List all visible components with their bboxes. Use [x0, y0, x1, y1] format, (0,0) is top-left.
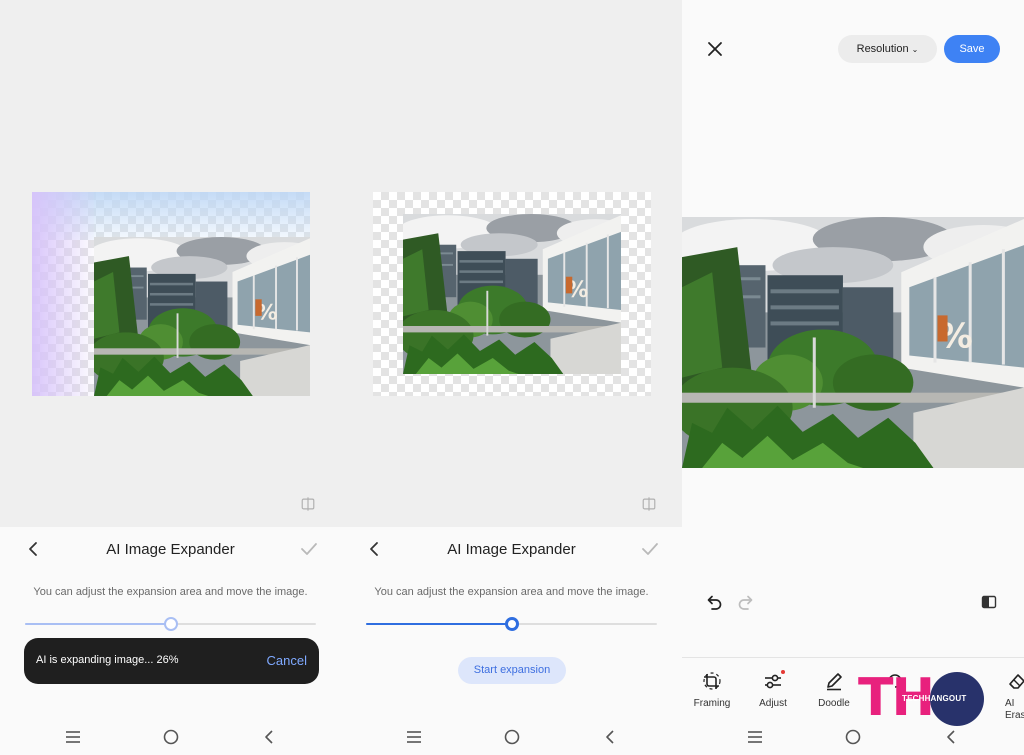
expansion-canvas[interactable]: [373, 192, 651, 396]
back-icon[interactable]: [259, 727, 279, 747]
system-navbar: [0, 727, 341, 747]
system-navbar: [682, 727, 1024, 747]
expansion-slider[interactable]: [366, 617, 657, 631]
expansion-slider[interactable]: [25, 617, 316, 631]
compare-icon[interactable]: [641, 496, 657, 512]
adjust-icon-wrap: [762, 670, 785, 692]
header-row: AI Image Expander: [0, 539, 341, 559]
confirm-check-icon[interactable]: [640, 539, 660, 559]
save-button[interactable]: Save: [944, 35, 1000, 63]
tool-framing[interactable]: Framing: [682, 670, 742, 709]
slider-fill: [366, 623, 512, 625]
hint-text: You can adjust the expansion area and mo…: [33, 586, 308, 598]
preview-area: [341, 0, 682, 527]
slider-handle[interactable]: [163, 617, 178, 631]
resolution-label: Resolution: [856, 43, 909, 55]
home-icon[interactable]: [843, 727, 863, 747]
back-icon[interactable]: [600, 727, 620, 747]
recent-apps-icon[interactable]: [63, 727, 83, 747]
compare-icon[interactable]: [980, 593, 998, 611]
tool-adjust[interactable]: Adjust: [743, 670, 803, 709]
new-badge: [781, 670, 785, 674]
editor-screen: Resolution ⌄ Save Framing Adjust Doodle: [682, 0, 1024, 755]
cancel-button[interactable]: Cancel: [267, 653, 307, 668]
start-expansion-button[interactable]: Start expansion: [458, 657, 566, 684]
watermark-text: TECHHANGOUT: [902, 694, 967, 703]
tool-label: Framing: [693, 698, 731, 709]
bottom-sheet: AI Image Expander You can adjust the exp…: [341, 527, 682, 755]
page-title: AI Image Expander: [106, 541, 235, 558]
tool-label: Adjust: [759, 698, 787, 709]
home-icon[interactable]: [161, 727, 181, 747]
header-row: AI Image Expander: [341, 539, 682, 559]
tool-doodle[interactable]: Doodle: [804, 670, 864, 709]
preview-area: [0, 0, 341, 527]
recent-apps-icon[interactable]: [404, 727, 424, 747]
source-photo[interactable]: [403, 214, 621, 374]
back-icon[interactable]: [941, 727, 961, 747]
source-photo[interactable]: [94, 237, 310, 396]
progress-text: AI is expanding image... 26%: [36, 654, 179, 666]
tool-ai-eraser[interactable]: AI Eras: [987, 670, 1024, 722]
pencil-icon: [827, 673, 842, 691]
hint-text: You can adjust the expansion area and mo…: [374, 586, 649, 598]
confirm-check-icon[interactable]: [299, 539, 319, 559]
tool-label: AI Eras: [1005, 698, 1024, 721]
bottom-sheet: AI Image Expander You can adjust the exp…: [0, 527, 341, 755]
expanding-screen: AI Image Expander You can adjust the exp…: [0, 0, 341, 755]
close-icon[interactable]: [704, 38, 726, 60]
ai-glow-left: [32, 192, 94, 396]
framing-icon: [703, 672, 721, 690]
chevron-down-icon: ⌄: [911, 45, 919, 54]
expanded-photo[interactable]: [682, 217, 1024, 468]
progress-toast: AI is expanding image... 26% Cancel: [24, 638, 319, 684]
redo-icon[interactable]: [736, 592, 756, 612]
eraser-icon: [1009, 674, 1024, 689]
undo-icon[interactable]: [704, 592, 724, 612]
system-navbar: [341, 727, 682, 747]
recent-apps-icon[interactable]: [745, 727, 765, 747]
expander-screen: AI Image Expander You can adjust the exp…: [341, 0, 682, 755]
expansion-canvas[interactable]: [32, 192, 310, 396]
home-icon[interactable]: [502, 727, 522, 747]
slider-fill: [25, 623, 171, 625]
page-title: AI Image Expander: [447, 541, 576, 558]
tool-label: Doodle: [818, 698, 850, 709]
resolution-dropdown[interactable]: Resolution ⌄: [838, 35, 937, 63]
slider-handle[interactable]: [504, 617, 519, 631]
compare-icon[interactable]: [300, 496, 316, 512]
